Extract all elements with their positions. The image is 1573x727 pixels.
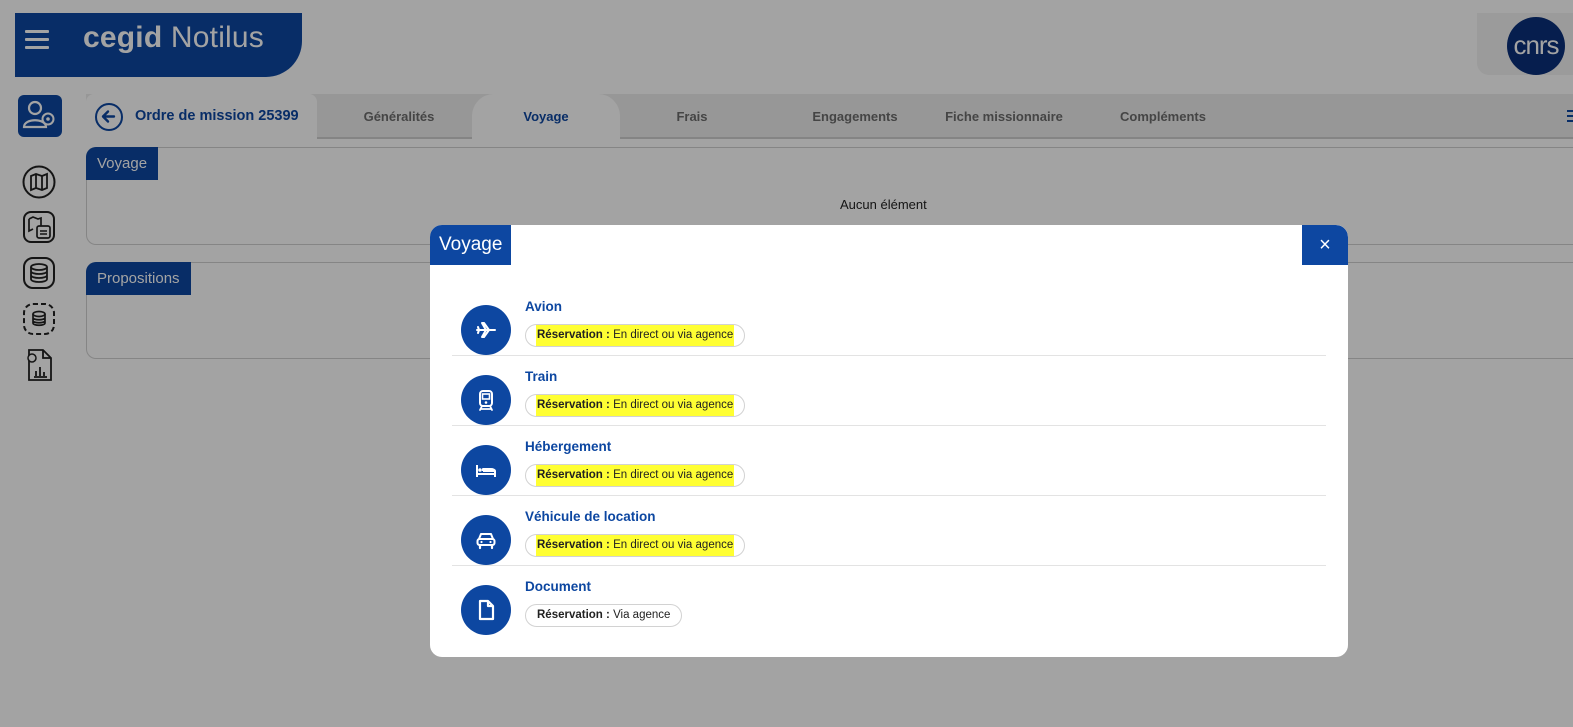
item-name[interactable]: Véhicule de location: [525, 509, 656, 524]
reservation-badge: Réservation : En direct ou via agence: [525, 394, 746, 417]
reservation-badge: Réservation : En direct ou via agence: [525, 464, 746, 487]
document-icon[interactable]: [461, 585, 511, 635]
modal-title: Voyage: [430, 225, 512, 265]
train-icon[interactable]: [461, 375, 511, 425]
item-name[interactable]: Avion: [525, 299, 562, 314]
list-item-train[interactable]: Train Réservation : En direct ou via age…: [452, 356, 1326, 426]
item-name[interactable]: Hébergement: [525, 439, 611, 454]
close-icon[interactable]: ×: [1302, 225, 1348, 265]
list-item-hebergement[interactable]: Hébergement Réservation : En direct ou v…: [452, 426, 1326, 496]
reservation-badge: Réservation : En direct ou via agence: [525, 324, 746, 347]
reservation-badge: Réservation : En direct ou via agence: [525, 534, 746, 557]
car-icon[interactable]: [461, 515, 511, 565]
list-item-document[interactable]: Document Réservation : Via agence: [452, 566, 1326, 636]
plane-icon[interactable]: [461, 305, 511, 355]
reservation-badge: Réservation : Via agence: [525, 604, 683, 627]
list-item-vehicule-location[interactable]: Véhicule de location Réservation : En di…: [452, 496, 1326, 566]
bed-icon[interactable]: [461, 445, 511, 495]
item-name[interactable]: Document: [525, 579, 591, 594]
voyage-modal: Voyage × Avion Réservation : En direct o…: [430, 225, 1348, 657]
item-name[interactable]: Train: [525, 369, 557, 384]
list-item-avion[interactable]: Avion Réservation : En direct ou via age…: [452, 286, 1326, 356]
